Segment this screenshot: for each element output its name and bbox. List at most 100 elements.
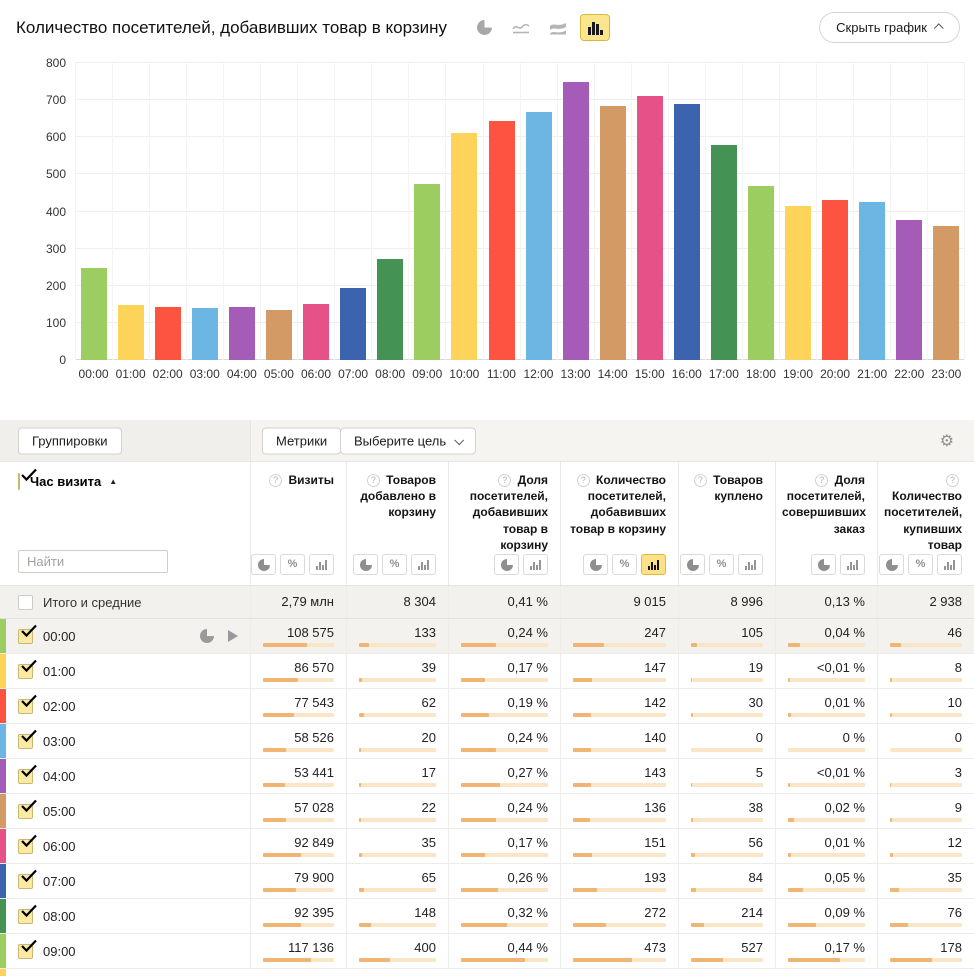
row-label-cell[interactable]: 03:00 (0, 724, 250, 758)
columns-toggle-button[interactable] (523, 554, 548, 575)
table-row[interactable]: 01:0086 570390,17 %14719<0,01 %8 (0, 654, 974, 689)
bar[interactable] (414, 184, 440, 360)
chart-type-pie-button[interactable] (469, 14, 499, 41)
bar[interactable] (563, 82, 589, 360)
value-bar-fill (359, 853, 362, 857)
percent-toggle-button[interactable]: % (908, 554, 933, 575)
row-checkbox[interactable] (18, 734, 33, 749)
row-label-cell[interactable]: 00:00 (0, 619, 250, 653)
row-label-cell[interactable]: 09:00 (0, 934, 250, 968)
columns-toggle-button[interactable] (840, 554, 865, 575)
metric-value: 0,24 % (461, 731, 548, 745)
bar[interactable] (785, 206, 811, 360)
row-checkbox[interactable] (18, 909, 33, 924)
row-checkbox[interactable] (18, 874, 33, 889)
bar[interactable] (192, 308, 218, 360)
pie-toggle-button[interactable] (811, 554, 836, 575)
chart-type-stacked-area-button[interactable] (543, 14, 573, 41)
row-checkbox[interactable] (18, 664, 33, 679)
pie-toggle-button[interactable] (583, 554, 608, 575)
question-icon[interactable]: ? (498, 474, 511, 487)
row-checkbox[interactable] (18, 699, 33, 714)
bar[interactable] (118, 305, 144, 360)
bar[interactable] (526, 112, 552, 360)
table-row[interactable]: 02:0077 543620,19 %142300,01 %10 (0, 689, 974, 724)
bar[interactable] (896, 220, 922, 360)
table-row[interactable]: 07:0079 900650,26 %193840,05 %35 (0, 864, 974, 899)
row-label-cell[interactable]: 07:00 (0, 864, 250, 898)
sort-ascending-icon[interactable]: ▲ (109, 477, 117, 486)
bar[interactable] (674, 104, 700, 360)
table-row[interactable]: 08:0092 3951480,32 %2722140,09 %76 (0, 899, 974, 934)
row-label-cell[interactable]: 06:00 (0, 829, 250, 863)
row-label-cell[interactable]: 08:00 (0, 899, 250, 933)
select-all-checkbox[interactable] (18, 473, 20, 490)
row-label-cell[interactable]: 04:00 (0, 759, 250, 793)
bar[interactable] (748, 186, 774, 360)
dimension-sort-control[interactable]: Час визита ▲ (18, 474, 117, 489)
row-checkbox[interactable] (18, 839, 33, 854)
bar[interactable] (266, 310, 292, 360)
bar[interactable] (155, 307, 181, 360)
goal-select[interactable]: Выберите цель (340, 427, 476, 454)
columns-toggle-button[interactable] (411, 554, 436, 575)
search-input[interactable] (18, 550, 168, 573)
row-label-cell[interactable]: 01:00 (0, 654, 250, 688)
chart-type-line-button[interactable] (506, 14, 536, 41)
bar[interactable] (303, 304, 329, 360)
percent-toggle-button[interactable]: % (612, 554, 637, 575)
row-pie-icon[interactable] (200, 629, 214, 643)
hide-chart-button[interactable]: Скрыть график (819, 12, 960, 43)
bar[interactable] (489, 121, 515, 360)
bar[interactable] (340, 288, 366, 360)
table-row[interactable]: 05:0057 028220,24 %136380,02 %9 (0, 794, 974, 829)
row-checkbox[interactable] (18, 944, 33, 959)
bar[interactable] (377, 259, 403, 360)
row-checkbox[interactable] (18, 804, 33, 819)
percent-toggle-button[interactable]: % (709, 554, 734, 575)
metrics-button[interactable]: Метрики (262, 427, 341, 454)
table-row[interactable]: 00:00108 5751330,24 %2471050,04 %46 (0, 619, 974, 654)
pie-toggle-button[interactable] (251, 554, 276, 575)
table-row[interactable]: 09:00117 1364000,44 %4735270,17 %178 (0, 934, 974, 969)
percent-toggle-button[interactable]: % (280, 554, 305, 575)
table-row[interactable]: 06:0092 849350,17 %151560,01 %12 (0, 829, 974, 864)
question-icon[interactable]: ? (577, 474, 590, 487)
bar[interactable] (933, 226, 959, 360)
percent-toggle-button[interactable]: % (382, 554, 407, 575)
question-icon[interactable]: ? (946, 474, 959, 487)
gear-icon[interactable]: ⚙ (940, 431, 954, 451)
bar[interactable] (859, 202, 885, 360)
metric-value: 79 900 (263, 871, 334, 885)
row-label-cell[interactable]: 02:00 (0, 689, 250, 723)
metric-value: 0,04 % (788, 626, 865, 640)
chart-type-columns-button[interactable] (580, 14, 610, 41)
row-checkbox[interactable] (18, 629, 33, 644)
columns-toggle-button[interactable] (309, 554, 334, 575)
columns-toggle-button[interactable] (738, 554, 763, 575)
row-checkbox[interactable] (18, 769, 33, 784)
question-icon[interactable]: ? (367, 474, 380, 487)
pie-toggle-button[interactable] (680, 554, 705, 575)
columns-toggle-button[interactable] (641, 554, 666, 575)
row-play-icon[interactable] (228, 630, 238, 642)
bar[interactable] (229, 307, 255, 360)
totals-checkbox[interactable] (18, 595, 33, 610)
question-icon[interactable]: ? (269, 474, 282, 487)
pie-toggle-button[interactable] (494, 554, 519, 575)
table-row[interactable]: 04:0053 441170,27 %1435<0,01 %3 (0, 759, 974, 794)
groupings-button[interactable]: Группировки (18, 427, 122, 454)
pie-toggle-button[interactable] (879, 554, 904, 575)
pie-toggle-button[interactable] (353, 554, 378, 575)
question-icon[interactable]: ? (815, 474, 828, 487)
bar[interactable] (451, 133, 477, 360)
bar[interactable] (600, 106, 626, 360)
question-icon[interactable]: ? (694, 474, 707, 487)
bar[interactable] (81, 268, 107, 360)
row-label-cell[interactable]: 05:00 (0, 794, 250, 828)
bar[interactable] (822, 200, 848, 360)
table-row[interactable]: 03:0058 526200,24 %14000 %0 (0, 724, 974, 759)
bar[interactable] (637, 96, 663, 360)
columns-toggle-button[interactable] (937, 554, 962, 575)
bar[interactable] (711, 145, 737, 360)
